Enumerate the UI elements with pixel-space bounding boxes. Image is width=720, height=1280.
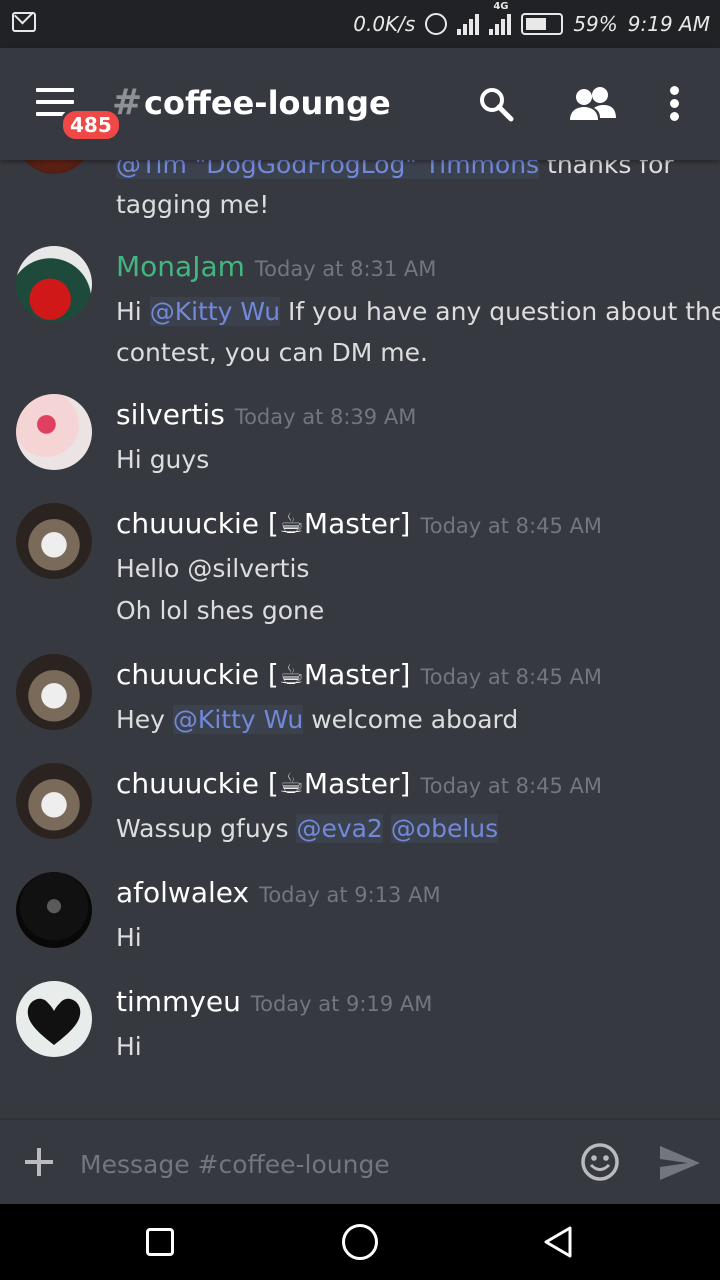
message-text: If you have any question about the: [280, 297, 720, 326]
message-text: Hi guys: [116, 445, 210, 474]
username[interactable]: chuuuckie [☕Master]: [116, 507, 410, 540]
battery-percent: 59%: [573, 12, 618, 36]
members-icon[interactable]: [568, 86, 616, 122]
more-options-icon[interactable]: [670, 86, 680, 122]
timestamp: Today at 8:39 AM: [234, 405, 417, 429]
timestamp: Today at 8:45 AM: [420, 514, 602, 538]
username[interactable]: chuuuckie [☕Master]: [116, 658, 410, 691]
message-input[interactable]: [80, 1146, 550, 1182]
avatar[interactable]: [16, 763, 92, 839]
back-button[interactable]: [540, 1224, 576, 1260]
username[interactable]: afolwalex: [116, 876, 249, 909]
message-text: contest, you can DM me.: [116, 338, 428, 367]
message-text: Hey: [116, 705, 173, 734]
message-text: Wassup gfuys: [116, 814, 297, 843]
send-icon[interactable]: [658, 1144, 702, 1182]
gmail-notification-icon: [12, 12, 36, 32]
network-type: 4G: [493, 1, 509, 12]
wifi-signal-icon: [457, 13, 480, 35]
avatar[interactable]: [16, 654, 92, 730]
android-nav-bar: [0, 1204, 720, 1280]
heart-icon: [27, 998, 81, 1045]
message-list: @Tim "DogGodFrogLog" Timmons thanks for …: [0, 160, 720, 1118]
emoji-icon[interactable]: [580, 1142, 620, 1182]
add-attachment-icon[interactable]: [24, 1148, 54, 1178]
recent-apps-button[interactable]: [146, 1228, 174, 1256]
message-composer: [0, 1118, 720, 1204]
battery-icon: [521, 13, 564, 35]
message-text: Oh lol shes gone: [116, 596, 325, 625]
clock: 9:19 AM: [627, 12, 710, 36]
message-text: Hi: [116, 923, 142, 952]
avatar[interactable]: [16, 246, 92, 322]
channel-title: coffee-lounge: [144, 84, 391, 122]
timestamp: Today at 8:45 AM: [420, 665, 602, 689]
user-mention[interactable]: @Kitty Wu: [172, 705, 304, 734]
avatar[interactable]: [16, 394, 92, 470]
user-mention[interactable]: @obelus: [390, 814, 499, 843]
search-icon[interactable]: [478, 86, 514, 122]
channel-hash-icon: #: [112, 82, 143, 123]
timestamp: Today at 8:45 AM: [420, 774, 602, 798]
home-button[interactable]: [342, 1224, 378, 1260]
timestamp: Today at 9:13 AM: [259, 883, 441, 907]
timestamp: Today at 8:31 AM: [254, 257, 437, 281]
avatar[interactable]: [16, 981, 92, 1057]
username[interactable]: MonaJam: [116, 250, 245, 283]
avatar[interactable]: [16, 160, 92, 174]
net-speed: 0.0K/s: [353, 12, 416, 36]
user-mention[interactable]: @eva2: [296, 814, 383, 843]
user-mention[interactable]: @Tim "DogGodFrogLog" Timmons: [116, 160, 540, 179]
message-text: Hello @silvertis: [116, 554, 310, 583]
message-text: Hi: [116, 1032, 142, 1061]
message-text: thanks for: [539, 160, 674, 179]
message-text: tagging me!: [116, 190, 270, 219]
avatar[interactable]: [16, 872, 92, 948]
alarm-icon: [425, 13, 448, 35]
timestamp: Today at 9:19 AM: [250, 992, 433, 1016]
channel-header: 485 # coffee-lounge: [0, 48, 720, 160]
message-text: welcome aboard: [303, 705, 519, 734]
status-bar: 0.0K/s 4G 59% 9:19 AM: [0, 0, 720, 48]
message-text: Hi: [116, 297, 150, 326]
username[interactable]: timmyeu: [116, 985, 241, 1018]
cell-signal-icon: 4G: [489, 1, 512, 35]
avatar[interactable]: [16, 503, 92, 579]
user-mention[interactable]: @Kitty Wu: [149, 297, 281, 326]
status-indicators: 0.0K/s 4G 59% 9:19 AM: [353, 1, 710, 38]
username[interactable]: chuuuckie [☕Master]: [116, 767, 410, 800]
username[interactable]: silvertis: [116, 398, 225, 431]
